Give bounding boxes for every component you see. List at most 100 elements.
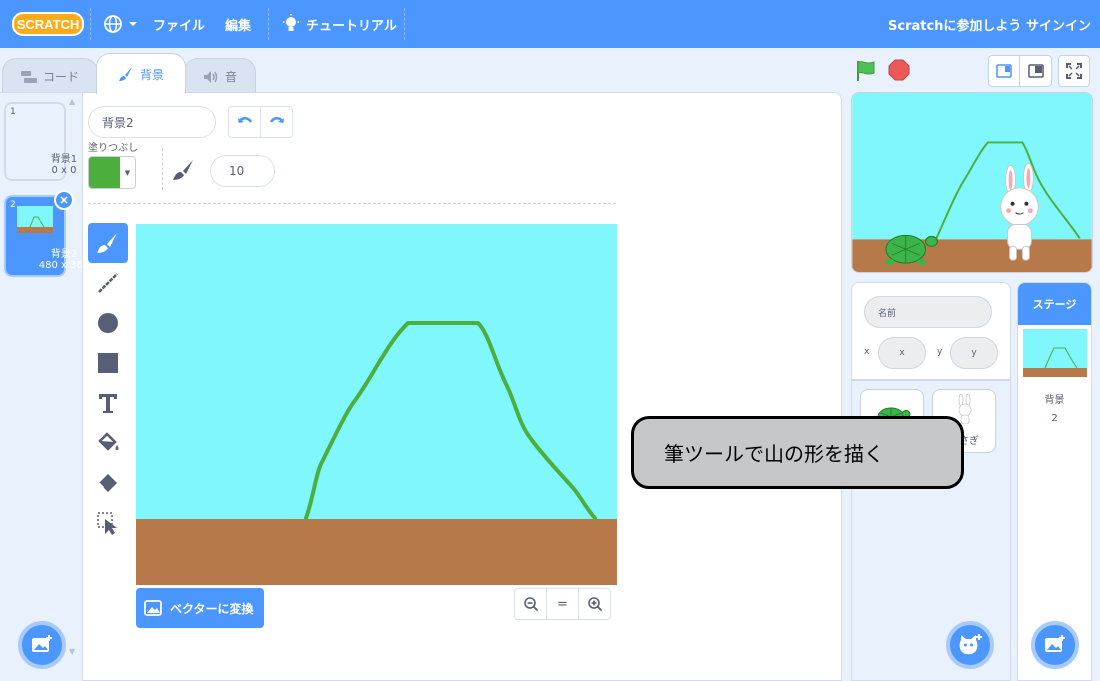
convert-label: ベクターに変換 <box>170 601 254 616</box>
image-add-icon <box>32 635 52 652</box>
menu-bar: SCRATCH ファイル 編集 チュートリアル Scratchに参加しよう サイ… <box>0 0 1100 48</box>
sky-area <box>136 224 617 519</box>
undo-icon <box>237 117 252 123</box>
menu-divider <box>90 8 91 40</box>
image-icon <box>144 600 162 616</box>
choose-sprite-button[interactable] <box>946 621 994 669</box>
sign-in-link[interactable]: サインイン <box>1026 0 1091 48</box>
select-tool[interactable] <box>88 503 128 543</box>
select-icon <box>97 512 117 535</box>
tab-backdrops-label: 背景 <box>139 67 164 82</box>
close-icon <box>60 196 68 204</box>
rabbit-thumbnail <box>958 394 972 424</box>
green-flag-icon[interactable] <box>854 59 878 83</box>
fill-tool[interactable] <box>88 423 128 463</box>
tab-sounds[interactable]: 音 <box>184 58 256 94</box>
stage-header: ステージ <box>1018 283 1091 325</box>
zoom-reset-button[interactable]: = <box>546 589 578 619</box>
brush-icon <box>97 233 117 253</box>
circle-icon <box>98 313 118 333</box>
delete-backdrop-button[interactable] <box>54 190 74 210</box>
tutorials-menu[interactable]: チュートリアル <box>282 0 397 48</box>
caret-down-icon <box>129 22 137 26</box>
scratch-logo[interactable]: SCRATCH <box>12 11 84 37</box>
brush-tool[interactable] <box>88 223 128 263</box>
tab-backdrops[interactable]: 背景 <box>96 53 186 94</box>
caret-down-icon: ▼ <box>124 168 131 177</box>
backdrop-number: 1 <box>10 107 16 117</box>
circle-tool[interactable] <box>88 303 128 343</box>
scroll-up-arrow[interactable]: ▲ <box>69 97 75 106</box>
edit-menu[interactable]: 編集 <box>225 0 251 48</box>
language-menu[interactable] <box>103 0 139 48</box>
backdrop-number: 2 <box>10 200 16 210</box>
paint-editor: 背景2 塗りつぶし ▼ 10 ベクターに変換 = <box>82 92 842 681</box>
normal-stage-button[interactable] <box>1020 55 1052 87</box>
globe-icon <box>104 15 122 33</box>
stage-target-panel[interactable]: ステージ 背景 2 <box>1017 282 1092 681</box>
editor-tabs: コード 背景 音 <box>0 48 842 94</box>
speaker-icon <box>203 70 218 83</box>
logo-text: SCRATCH <box>17 17 80 32</box>
eraser-tool[interactable] <box>88 463 128 503</box>
x-input[interactable]: x <box>878 337 926 369</box>
fill-label: 塗りつぶし <box>88 143 139 154</box>
zoom-out-button[interactable] <box>515 589 546 619</box>
redo-icon <box>269 117 284 123</box>
sprite-info-panel: 名前 x x y y <box>851 282 1011 380</box>
tab-code[interactable]: コード <box>2 58 98 94</box>
backdrop-thumbnail <box>17 206 53 233</box>
file-menu[interactable]: ファイル <box>153 0 205 48</box>
small-stage-button[interactable] <box>988 55 1020 87</box>
rectangle-tool[interactable] <box>88 343 128 383</box>
undo-redo-group <box>228 106 293 138</box>
stage-preview[interactable] <box>851 92 1093 273</box>
lightbulb-icon <box>283 14 299 31</box>
fill-color-swatch <box>89 157 120 188</box>
line-icon <box>98 273 118 293</box>
fill-color-picker[interactable]: ▼ <box>88 156 136 189</box>
paintbrush-icon <box>118 67 132 81</box>
menu-divider <box>404 8 405 40</box>
code-blocks-icon <box>20 70 37 83</box>
zoom-out-icon <box>523 597 538 612</box>
convert-to-vector-button[interactable]: ベクターに変換 <box>136 588 264 628</box>
rectangle-icon <box>98 353 118 373</box>
menu-divider <box>268 8 269 40</box>
stop-icon[interactable] <box>888 59 910 81</box>
backdrop-item[interactable]: 1 背景1 0 x 0 <box>4 102 77 181</box>
cat-add-icon <box>959 634 982 655</box>
ground-area <box>136 519 617 585</box>
brush-size-input[interactable]: 10 <box>210 155 275 187</box>
y-input[interactable]: y <box>950 337 998 369</box>
toolbar-divider <box>162 148 163 190</box>
scroll-down-arrow[interactable]: ▼ <box>69 647 75 656</box>
fullscreen-icon <box>1066 63 1082 79</box>
zoom-controls: = <box>514 588 611 620</box>
stage-controls <box>842 48 1100 92</box>
tab-code-label: コード <box>42 70 79 84</box>
costume-name-input[interactable]: 背景2 <box>88 106 216 138</box>
eraser-icon <box>98 474 117 492</box>
choose-stage-backdrop-button[interactable] <box>1031 621 1079 669</box>
redo-button[interactable] <box>260 107 292 137</box>
backdrop-item-selected[interactable]: 2 背景2 480 x 360 <box>4 190 89 277</box>
backdrops-count: 2 <box>1051 413 1058 424</box>
choose-backdrop-button[interactable] <box>18 621 66 669</box>
text-icon <box>99 394 117 413</box>
y-label: y <box>937 347 943 357</box>
fullscreen-button[interactable] <box>1058 55 1090 87</box>
sprite-name-input[interactable]: 名前 <box>864 296 992 328</box>
line-tool[interactable] <box>88 263 128 303</box>
text-tool[interactable] <box>88 383 128 423</box>
x-label: x <box>864 347 870 357</box>
image-add-icon <box>1045 635 1065 652</box>
zoom-in-button[interactable] <box>578 589 610 619</box>
annotation-callout: 筆ツールで山の形を描く <box>631 416 964 489</box>
undo-button[interactable] <box>229 107 260 137</box>
join-scratch-link[interactable]: Scratchに参加しよう <box>888 0 1021 48</box>
brush-size-icon <box>173 160 193 180</box>
tab-sounds-label: 音 <box>224 70 237 84</box>
paint-canvas[interactable] <box>136 224 617 585</box>
backdrops-label: 背景 <box>1044 395 1065 406</box>
